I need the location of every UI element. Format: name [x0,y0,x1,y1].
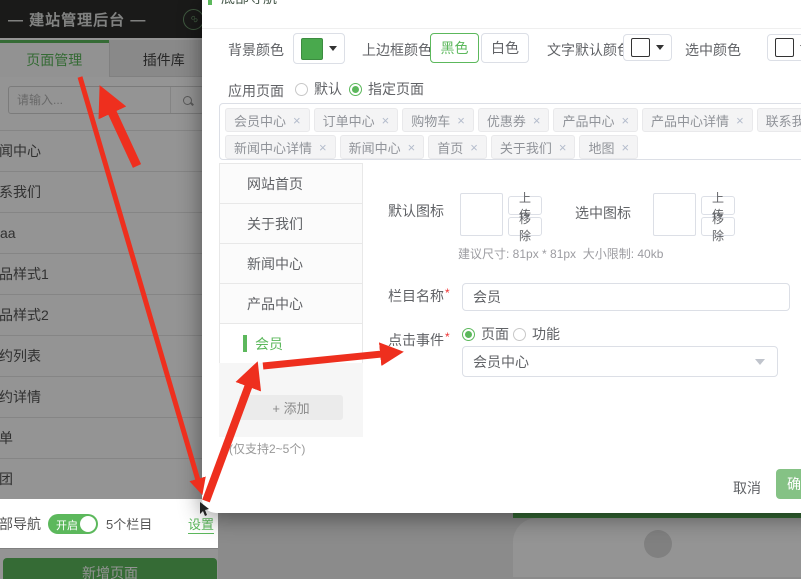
default-icon-remove-button[interactable]: 移除 [508,217,542,236]
border-white-button[interactable]: 白色 [481,33,529,63]
bg-color-picker[interactable] [293,33,345,64]
selected-accent-bar [243,335,247,352]
bottom-nav-label: 底部导航 [0,514,41,534]
page-tag: 购物车 × [402,108,474,132]
close-icon[interactable]: × [293,114,301,127]
page-tag: 优惠券 × [478,108,550,132]
modal-nav-item-label: 会员 [255,334,283,354]
selected-icon-remove-button[interactable]: 移除 [701,217,735,236]
modal-nav-item[interactable]: 产品中心 [220,284,362,324]
selected-icon-box[interactable] [653,193,696,236]
close-icon[interactable]: × [533,114,541,127]
close-icon[interactable]: × [408,141,416,154]
text-color-picker[interactable] [623,34,672,61]
chevron-down-icon [329,46,337,51]
selected-color-swatch [775,38,794,57]
page-tag-label: 联系我们 [766,111,801,130]
modal-title: 底部导航 [208,0,277,9]
event-target-select[interactable]: 会员中心 [462,346,778,377]
page-tag: 地图 × [579,135,638,159]
close-icon[interactable]: × [319,141,327,154]
page-tag-label: 会员中心 [234,111,286,130]
close-icon[interactable]: × [382,114,390,127]
modal-nav-item[interactable]: 新闻中心 [220,244,362,284]
close-icon[interactable]: × [621,141,629,154]
modal-nav-list: 网站首页关于我们新闻中心产品中心会员 [219,163,363,364]
bottom-nav-bar: 底部导航 开启 5个栏目 设置 [0,499,218,548]
modal-nav-item[interactable]: 网站首页 [220,164,362,204]
radio-specified[interactable]: 指定页面 [349,79,424,99]
page-tag-label: 新闻中心详情 [234,138,312,157]
border-black-button[interactable]: 黑色 [430,33,479,63]
page-tag-label: 地图 [588,138,614,157]
page-tag-label: 订单中心 [323,111,375,130]
chevron-down-icon [755,359,765,365]
add-column-button[interactable]: + 添加 [239,395,343,420]
page-tag: 首页 × [428,135,487,159]
page-tag-label: 首页 [437,138,463,157]
bg-color-label: 背景颜色 [228,40,284,60]
page-tag: 产品中心 × [553,108,638,132]
close-icon[interactable]: × [457,114,465,127]
size-hint: 建议尺寸: 81px * 81px 大小限制: 40kb [458,245,663,262]
page-tag-label: 优惠券 [487,111,526,130]
toggle-knob [80,516,96,532]
page-tag-label: 产品中心 [562,111,614,130]
radio-icon [462,328,475,341]
title-accent-bar [208,0,212,5]
radio-event-function[interactable]: 功能 [513,324,560,344]
modal-nav-item[interactable]: 关于我们 [220,204,362,244]
bottom-nav-settings-modal: 底部导航 背景颜色 上边框颜色 黑色 白色 文字默认颜色 选中颜色 应用页面 默… [202,0,801,513]
click-event-label: 点击事件 [388,330,450,350]
page-tag-label: 关于我们 [500,138,552,157]
radio-icon [349,83,362,96]
page-tag: 新闻中心 × [340,135,425,159]
dim-overlay [0,548,801,579]
close-icon[interactable]: × [559,141,567,154]
close-icon[interactable]: × [470,141,478,154]
toggle-on-label: 开启 [56,517,78,533]
page-tag-label: 产品中心详情 [651,111,729,130]
default-icon-label: 默认图标 [388,201,444,221]
page-tag: 关于我们 × [491,135,576,159]
bg-color-swatch [301,38,323,60]
selected-color-label: 选中颜色 [685,40,741,60]
settings-link[interactable]: 设置 [188,514,214,534]
radio-event-page[interactable]: 页面 [462,324,509,344]
limit-hint: (仅支持2~5个) [229,440,305,457]
close-icon[interactable]: × [736,114,744,127]
default-icon-box[interactable] [460,193,503,236]
nav-add-panel: + 添加 [219,363,363,437]
divider [202,28,801,29]
bottom-nav-toggle[interactable]: 开启 [48,514,98,534]
selected-icon-label: 选中图标 [575,203,631,223]
apply-page-label: 应用页面 [228,81,284,101]
page-tag: 订单中心 × [314,108,399,132]
page-tag: 联系我们× [757,108,801,132]
chevron-down-icon [656,45,664,50]
confirm-button[interactable]: 确定 [776,469,801,499]
text-color-swatch [631,38,650,57]
column-count: 5个栏目 [106,514,152,533]
page: — 建站管理后台 — ∞ 页面管理 插件库 新闻中心联系我们aa产品样式1产品样… [0,0,801,579]
column-name-label: 栏目名称 [388,286,450,306]
radio-icon [513,328,526,341]
cancel-button[interactable]: 取消 [727,477,767,499]
border-color-label: 上边框颜色 [362,40,432,60]
page-tag: 会员中心 × [225,108,310,132]
page-tag: 新闻中心详情 × [225,135,336,159]
page-tag-label: 新闻中心 [349,138,401,157]
column-name-input[interactable] [462,283,790,311]
close-icon[interactable]: × [621,114,629,127]
radio-icon [295,83,308,96]
radio-default[interactable]: 默认 [295,79,342,99]
modal-nav-item-selected[interactable]: 会员 [220,324,362,364]
applied-pages-tags: 会员中心×订单中心×购物车×优惠券×产品中心×产品中心详情×联系我们×新闻中心详… [219,103,801,160]
page-tag: 产品中心详情 × [642,108,753,132]
page-tag-label: 购物车 [411,111,450,130]
selected-color-picker[interactable] [767,34,801,61]
text-color-label: 文字默认颜色 [547,40,631,60]
